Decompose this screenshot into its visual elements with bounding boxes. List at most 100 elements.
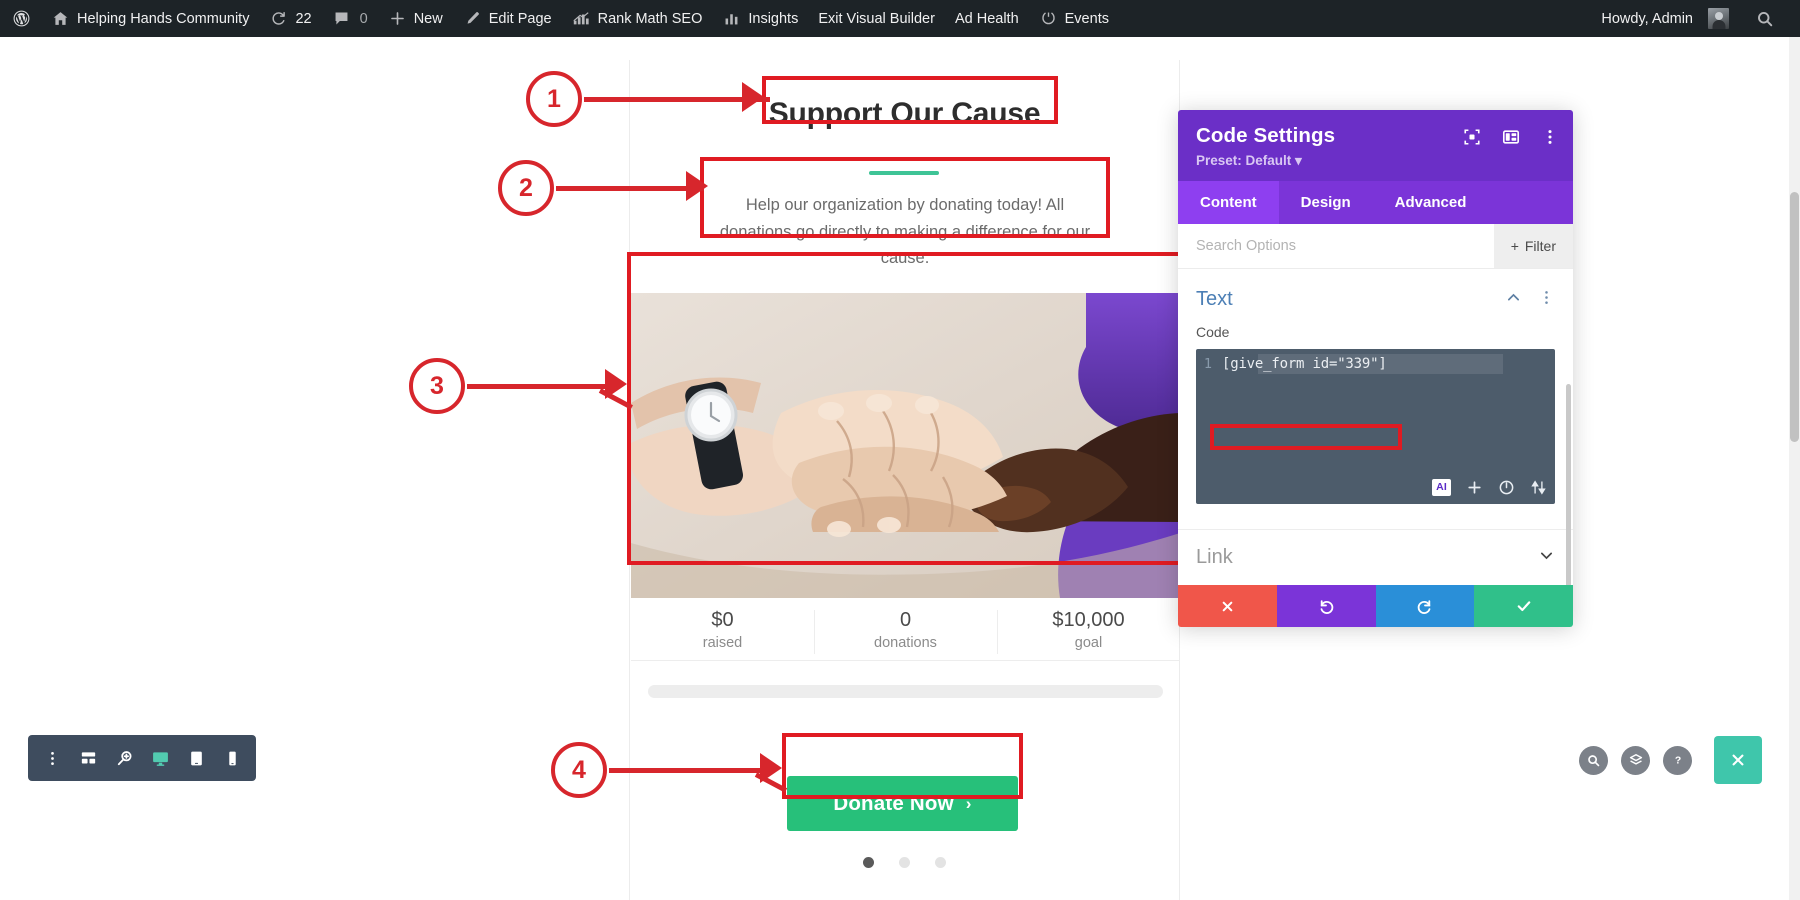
close-builder-button[interactable] xyxy=(1714,736,1762,784)
page-scrollbar[interactable] xyxy=(1789,37,1800,900)
panel-preset[interactable]: Preset: Default ▾ xyxy=(1196,153,1555,169)
annotation-box-5 xyxy=(1210,424,1402,450)
redo-button[interactable] xyxy=(1375,585,1475,627)
annotation-number-2: 2 xyxy=(519,173,533,202)
carousel-dot-3[interactable] xyxy=(935,857,946,868)
adminbar-item-wordpress-logo[interactable] xyxy=(0,0,41,37)
phone-view-icon[interactable] xyxy=(219,745,245,771)
donation-progress xyxy=(648,685,1163,698)
stat-raised-label: raised xyxy=(702,634,743,651)
adminbar-events-label: Events xyxy=(1064,10,1109,27)
close-x-icon xyxy=(1222,601,1233,611)
adminbar-howdy-label: Howdy, Admin xyxy=(1601,10,1693,27)
wordpress-logo-icon xyxy=(12,9,31,28)
tab-content[interactable]: Content xyxy=(1178,181,1279,224)
panel-header: Code Settings Preset: Default ▾ xyxy=(1178,110,1573,181)
stat-donations-value: 0 xyxy=(899,609,912,631)
save-button[interactable] xyxy=(1474,585,1573,627)
adminbar-item-comments[interactable]: 0 xyxy=(322,0,378,37)
annotation-marker-4: 4 xyxy=(551,742,607,798)
events-icon xyxy=(1039,9,1058,28)
annotation-marker-1: 1 xyxy=(526,71,582,127)
sort-updown-icon[interactable] xyxy=(1530,479,1547,496)
adminbar-item-exit-visual-builder[interactable]: Exit Visual Builder xyxy=(808,0,945,37)
stat-donations: 0 donations xyxy=(814,604,997,660)
chevron-up-icon[interactable] xyxy=(1505,289,1522,311)
chart-bars-icon xyxy=(722,9,741,28)
search-icon[interactable] xyxy=(1579,745,1608,775)
redo-icon xyxy=(1417,600,1431,614)
power-icon[interactable] xyxy=(1498,479,1515,496)
text-section-title: Text xyxy=(1196,288,1233,310)
help-icon[interactable]: ? xyxy=(1663,745,1692,775)
close-x-icon xyxy=(1732,754,1744,766)
stat-raised-value: $0 xyxy=(711,609,734,631)
adminbar-item-new[interactable]: New xyxy=(378,0,453,37)
adminbar-item-insights[interactable]: Insights xyxy=(712,0,808,37)
tab-design[interactable]: Design xyxy=(1279,181,1373,224)
code-selection-highlight xyxy=(1258,354,1503,374)
adminbar-search-button[interactable] xyxy=(1739,9,1786,28)
filter-button[interactable]: + Filter xyxy=(1493,224,1573,268)
adminbar-insights-label: Insights xyxy=(748,10,799,27)
focus-target-icon[interactable] xyxy=(1462,127,1481,146)
tab-advanced[interactable]: Advanced xyxy=(1373,181,1489,224)
plus-icon[interactable] xyxy=(1466,479,1483,496)
panel-footer-actions xyxy=(1178,585,1573,627)
divi-view-toolbar xyxy=(28,735,256,781)
rankmath-icon xyxy=(572,9,591,28)
svg-text:?: ? xyxy=(1674,756,1680,767)
page-scrollbar-thumb[interactable] xyxy=(1790,192,1799,442)
layers-icon[interactable] xyxy=(1621,745,1650,775)
panel-scrollbar-thumb[interactable] xyxy=(1566,384,1571,585)
carousel-dots[interactable] xyxy=(629,857,1180,868)
updates-icon xyxy=(269,9,288,28)
kebab-menu-icon[interactable] xyxy=(39,745,65,771)
carousel-dot-2[interactable] xyxy=(899,857,910,868)
adminbar-item-events[interactable]: Events xyxy=(1029,0,1119,37)
plus-icon xyxy=(388,9,407,28)
annotation-box-3 xyxy=(627,252,1184,565)
discard-button[interactable] xyxy=(1178,585,1277,627)
annotation-line-2 xyxy=(556,186,704,191)
chevron-down-icon[interactable] xyxy=(1538,547,1555,569)
link-section-header[interactable]: Link xyxy=(1178,529,1573,585)
adminbar-item-edit-page[interactable]: Edit Page xyxy=(453,0,562,37)
adminbar-new-label: New xyxy=(413,10,443,27)
tablet-view-icon[interactable] xyxy=(183,745,209,771)
stat-goal-value: $10,000 xyxy=(1052,609,1125,631)
text-section-header[interactable]: Text xyxy=(1178,269,1573,324)
annotation-box-2 xyxy=(700,157,1110,238)
annotation-line-3 xyxy=(467,384,613,389)
check-icon xyxy=(1517,601,1530,612)
annotation-marker-2: 2 xyxy=(498,160,554,216)
annotation-number-4: 4 xyxy=(572,755,586,784)
search-options-input[interactable]: Search Options xyxy=(1196,238,1296,254)
ai-badge-icon[interactable]: AI xyxy=(1432,479,1451,496)
kebab-menu-icon[interactable] xyxy=(1540,127,1559,146)
carousel-dot-1[interactable] xyxy=(863,857,874,868)
adminbar-item-howdy[interactable]: Howdy, Admin xyxy=(1589,0,1739,37)
kebab-menu-icon[interactable] xyxy=(1538,289,1555,311)
pencil-icon xyxy=(463,9,482,28)
adminbar-item-ad-health[interactable]: Ad Health xyxy=(945,0,1029,37)
adminbar-item-rank-math[interactable]: Rank Math SEO xyxy=(562,0,713,37)
stat-goal: $10,000 goal xyxy=(997,604,1180,660)
adminbar-item-updates[interactable]: 22 xyxy=(259,0,321,37)
annotation-number-1: 1 xyxy=(547,84,561,113)
code-field-label: Code xyxy=(1196,324,1230,340)
desktop-view-icon[interactable] xyxy=(147,745,173,771)
adminbar-item-site-name[interactable]: Helping Hands Community xyxy=(41,0,259,37)
adminbar-comments-count: 0 xyxy=(359,10,368,27)
filter-label: Filter xyxy=(1524,238,1556,254)
panel-search-row: Search Options + Filter xyxy=(1178,224,1573,269)
annotation-number-3: 3 xyxy=(430,371,444,400)
wireframe-view-icon[interactable] xyxy=(75,745,101,771)
adminbar-ad-health-label: Ad Health xyxy=(954,10,1019,27)
annotation-box-1 xyxy=(762,76,1058,124)
builder-float-controls: ? xyxy=(1579,736,1762,784)
zoom-view-icon[interactable] xyxy=(111,745,137,771)
undo-button[interactable] xyxy=(1276,585,1376,627)
panel-layout-icon[interactable] xyxy=(1501,127,1520,146)
adminbar-rank-math-label: Rank Math SEO xyxy=(597,10,703,27)
